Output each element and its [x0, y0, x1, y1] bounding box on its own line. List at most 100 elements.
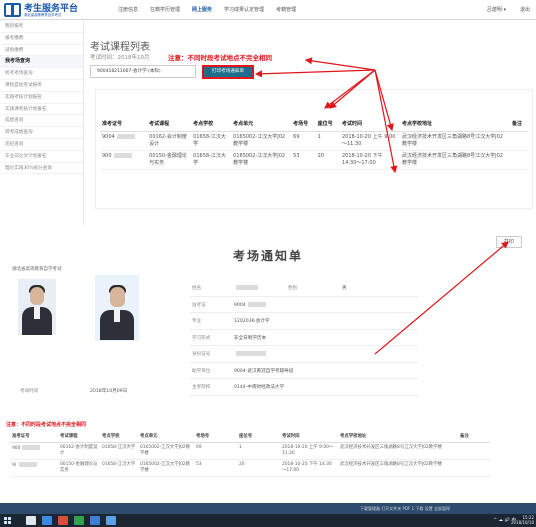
- info-row-form: 学习形式 非全日制学历本: [190, 330, 418, 346]
- col-address: 考点学校地址: [399, 118, 510, 132]
- cell-time: 2018-10-20 上午 9:00～11:30: [279, 442, 338, 460]
- redacted-block: [116, 134, 135, 139]
- col-school: 考点学校: [100, 432, 138, 443]
- name-value: [234, 285, 258, 291]
- school-line: 湖北省高等教育自学考试: [12, 267, 62, 272]
- cell-note: [457, 459, 490, 477]
- cell-room: 53: [291, 150, 316, 170]
- app-lightblue-icon[interactable]: [106, 516, 116, 525]
- col-ticket: 准考证号: [10, 432, 58, 443]
- cell-room: 69: [194, 442, 237, 460]
- sidebar-item[interactable]: 成绩查询: [0, 115, 83, 128]
- col-address: 考点学校地址: [337, 432, 458, 443]
- col-ticket: 准考证号: [100, 118, 148, 132]
- sidebar-item[interactable]: 理论实践30%统分查询: [0, 163, 83, 175]
- nav-records[interactable]: 考籍管理: [276, 6, 296, 13]
- site-logo[interactable]: 考生服务平台 湖北省高等教育自学考试: [4, 2, 86, 18]
- cell-room: 53: [194, 459, 237, 477]
- windows-taskbar: ^ ☁ 🔊 中 15:22 2018/10/10: [0, 514, 536, 527]
- notice-title: 考场通知单: [232, 249, 303, 263]
- sidebar-item[interactable]: 我的报考: [0, 21, 83, 33]
- cell-course: 00150-金融理论与实务: [147, 150, 192, 170]
- table-header-row: 准考证号 考试课程 考点学校 考点单元 考场号 座位号 考试时间 考点学校地址 …: [100, 118, 528, 132]
- sidebar-item[interactable]: 转考成绩查询: [0, 127, 83, 139]
- table-header-row: 准考证号 考试课程 考点学校 考点单元 考场号 座位号 考试时间 考点学校地址 …: [10, 432, 490, 443]
- photo-face: [30, 287, 44, 305]
- cell-course: 00162-会计制度设计: [58, 442, 100, 460]
- cell-ticket: 9(: [10, 459, 58, 477]
- nav-enrollment[interactable]: 在籍学历管理: [150, 6, 180, 13]
- info-row-unit: 助学单位 9004-武汉黄冠自学考辅导班: [190, 363, 418, 379]
- main-content: 考试课程列表 考试时间：2018年10月 注意：不同时段考试地点不完全相同 90…: [90, 21, 536, 225]
- download-bar[interactable]: 下载管理器 打开文件夹 PDF 1 下载 设置 全部暂停: [0, 503, 536, 514]
- nav-online-service[interactable]: 网上服务: [192, 6, 212, 13]
- major-label: 专业: [192, 319, 202, 324]
- photo-shirt: [114, 310, 120, 322]
- info-row-name: 姓名 性别 男: [190, 280, 418, 297]
- nav-registration[interactable]: 注册信息: [118, 6, 138, 13]
- cell-room: 69: [291, 131, 316, 151]
- cell-ticket: 9004: [100, 131, 148, 151]
- cell-unit: 0165002-江汉大学J02教学楼: [231, 150, 292, 170]
- book-logo-icon: [4, 3, 21, 17]
- clock[interactable]: 15:22 2018/10/10: [511, 515, 534, 525]
- sidebar-item[interactable]: 实践课考核计划报名: [0, 104, 83, 116]
- app-green-icon[interactable]: [74, 516, 84, 525]
- major-value: 120203K-会计学: [234, 319, 270, 324]
- windows-start-icon[interactable]: [4, 517, 11, 524]
- top-navbar: 考生服务平台 湖北省高等教育自学考试 注册信息 在籍学历管理 网上服务 学习成果…: [0, 0, 536, 20]
- logo-subtitle: 湖北省高等教育自学考试: [24, 13, 62, 17]
- candidate-photo: [95, 275, 139, 341]
- sidebar-item-exam-room[interactable]: 我考场查询: [0, 56, 83, 69]
- main-nav: 注册信息 在籍学历管理 网上服务 学习成果认定管理 考籍管理: [118, 6, 296, 13]
- info-row-major: 专业 120203K-会计学: [190, 313, 418, 330]
- cell-school: 01658-江汉大学: [100, 459, 138, 477]
- notice-course-table: 准考证号 考试课程 考点学校 考点单元 考场号 座位号 考试时间 考点学校地址 …: [10, 432, 490, 477]
- col-school: 考点学校: [191, 118, 232, 132]
- idcard-value: [234, 351, 266, 357]
- user-menu[interactable]: 吕建明 ▾: [487, 6, 506, 13]
- photo-placeholder: [18, 279, 56, 335]
- table-row: 9( 00150-金融理论与实务 01658-江汉大学 0165002-江汉大学…: [10, 459, 490, 477]
- screenshot-root: 考生服务平台 湖北省高等教育自学考试 注册信息 在籍学历管理 网上服务 学习成果…: [0, 0, 536, 527]
- notice-text-2: 注意：不同时段考试地点不完全相同: [6, 422, 87, 428]
- browser-icon[interactable]: [42, 516, 52, 525]
- exam-date-value: 2018年10月09日: [90, 389, 128, 394]
- cell-seat: 20: [236, 459, 280, 477]
- redacted-block: [236, 351, 266, 356]
- table-row: 900 00150-金融理论与实务 01658-江汉大学 0165002-江汉大…: [100, 150, 528, 170]
- nav-credit-recognition[interactable]: 学习成果认定管理: [224, 6, 264, 13]
- col-time: 考试时间: [339, 118, 400, 132]
- major-select[interactable]: 900418211067-会计学-(本科): [90, 65, 196, 78]
- sidebar-item[interactable]: 实践考核计划报名: [0, 92, 83, 104]
- print-notice-button[interactable]: 打印考场通知单: [202, 65, 254, 79]
- sidebar-item[interactable]: 违纪查询: [0, 139, 83, 151]
- col-seat: 座位号: [315, 118, 340, 132]
- sidebar-item[interactable]: 机考考场查询: [0, 68, 83, 80]
- sidebar-item[interactable]: 减免缴费: [0, 45, 83, 57]
- col-seat: 座位号: [236, 432, 280, 443]
- app-blue-icon[interactable]: [90, 516, 100, 525]
- col-note: 备注: [509, 118, 528, 132]
- cell-course: 00162-会计制度设计: [147, 131, 192, 151]
- redacted-block: [247, 301, 266, 307]
- cell-course: 00150-金融理论与实务: [58, 459, 100, 477]
- cell-address: 武汉经济技术开发区三角湖路8号江汉大学J02教学楼: [399, 131, 510, 151]
- sidebar: 我的报考 报考缴费 减免缴费 我考场查询 机考考场查询 课程自动考试报考 实践考…: [0, 21, 84, 225]
- photo-face: [110, 287, 125, 307]
- info-row-idcard: 身份证号: [190, 346, 418, 363]
- cell-address: 武汉经济技术开发区三角湖路8号江汉大学J02教学楼: [399, 150, 510, 170]
- gender-label: 性别: [288, 286, 298, 291]
- name-label: 姓名: [192, 286, 202, 291]
- info-row-ticket: 准考证 9004: [190, 297, 418, 313]
- cell-school: 01658-江汉大学: [191, 131, 232, 151]
- logout-link[interactable]: 退出: [520, 6, 530, 13]
- app-red-icon[interactable]: [58, 516, 68, 525]
- sidebar-item[interactable]: 报考缴费: [0, 33, 83, 45]
- print-preview-page: 打印 考场通知单 湖北省高等教育自学考试 姓名 性别 男 准考证 9004 专业…: [0, 227, 536, 514]
- sidebar-item[interactable]: 课程自动考试报考: [0, 80, 83, 92]
- col-unit: 考点单元: [138, 432, 194, 443]
- ticket-value: 9004: [234, 301, 266, 308]
- sidebar-item[interactable]: 毕业前论文计划报名: [0, 151, 83, 163]
- file-explorer-icon[interactable]: [26, 516, 36, 525]
